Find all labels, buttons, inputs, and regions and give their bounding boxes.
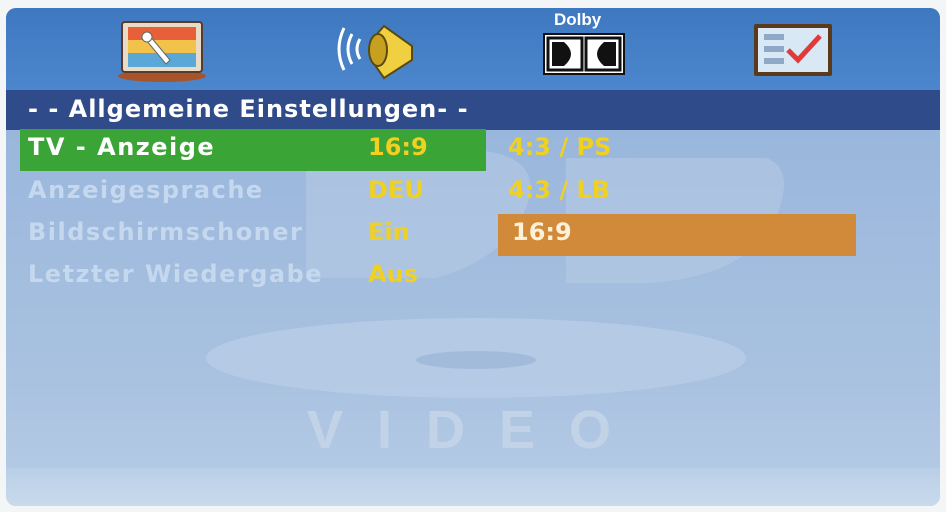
osd-screen: Dolby - - Allgemeine Einstellungen- - VI…: [6, 8, 940, 506]
watermark-text: VIDEO: [307, 400, 645, 460]
bottom-bar: [6, 468, 940, 506]
menu-item-value: 16:9: [368, 133, 428, 161]
menu-item-anzeigesprache[interactable]: Anzeigesprache DEU: [6, 172, 940, 214]
menu-item-value: Aus: [368, 260, 418, 288]
menu-item-label: Letzter Wiedergabe: [28, 260, 324, 288]
menu-item-tv-anzeige[interactable]: TV - Anzeige 16:9: [6, 129, 940, 171]
menu-item-label: TV - Anzeige: [28, 133, 216, 161]
option-4-3-lb[interactable]: 4:3 / LB: [508, 176, 610, 204]
option-16-9-selected[interactable]: 16:9: [498, 214, 856, 256]
option-4-3-ps[interactable]: 4:3 / PS: [508, 133, 611, 161]
menu-item-label: Anzeigesprache: [28, 176, 264, 204]
menu-item-label: Bildschirmschoner: [28, 218, 304, 246]
menu-item-value: DEU: [368, 176, 424, 204]
option-16-9-label: 16:9: [512, 218, 572, 246]
menu-item-letzter-wiedergabe[interactable]: Letzter Wiedergabe Aus: [6, 256, 940, 298]
menu-item-value: Ein: [368, 218, 410, 246]
